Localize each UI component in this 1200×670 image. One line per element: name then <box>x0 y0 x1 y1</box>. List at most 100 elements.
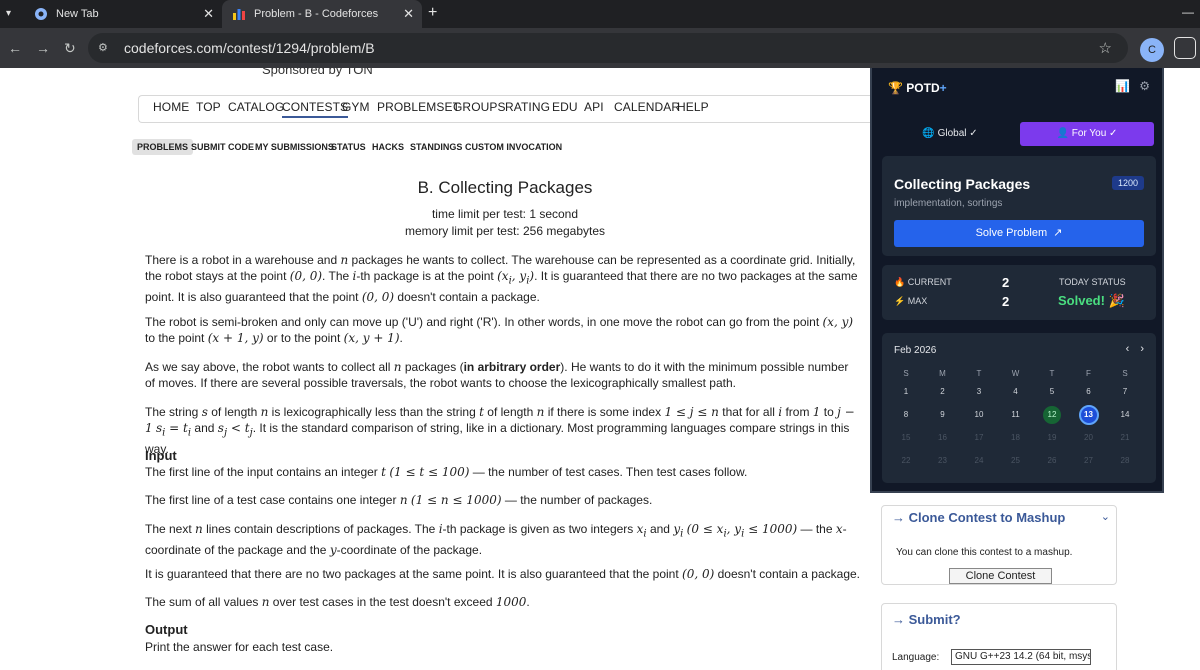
calendar-day[interactable]: 25 <box>998 456 1034 465</box>
input-section-title: Input <box>145 448 177 463</box>
statement-paragraph: The robot is semi-broken and only can mo… <box>145 315 854 345</box>
menu-problemset[interactable]: PROBLEMSET <box>377 100 460 114</box>
menu-gym[interactable]: GYM <box>342 100 370 114</box>
calendar-day[interactable]: 28 <box>1107 456 1143 465</box>
calendar-solved-day[interactable]: 12 <box>1043 406 1061 424</box>
extensions-icon[interactable] <box>1174 37 1196 59</box>
chevron-down-icon[interactable]: ⌄ <box>1101 510 1110 523</box>
problem-title: B. Collecting Packages <box>417 178 593 197</box>
site-info-icon[interactable]: ⚙ <box>98 41 108 54</box>
calendar-day[interactable]: 23 <box>925 456 961 465</box>
potd-problem-title[interactable]: Collecting Packages <box>894 176 1030 192</box>
lightning-icon: ⚡ <box>894 296 906 306</box>
chevron-left-icon[interactable]: ‹ <box>1126 343 1130 355</box>
calendar-day[interactable]: 26 <box>1034 456 1070 465</box>
submenu-submit-code[interactable]: SUBMIT CODE <box>191 142 254 152</box>
menu-groups[interactable]: GROUPS <box>453 100 506 114</box>
submenu-my-submissions[interactable]: MY SUBMISSIONS <box>255 142 334 152</box>
submenu-standings[interactable]: STANDINGS <box>410 142 462 152</box>
calendar-card: Feb 2026 ‹ › S M T W T F S 1 2 3 4 5 6 7 8 9 10 11 12 13 14 1… <box>882 333 1156 483</box>
calendar-day[interactable]: 8 <box>888 410 924 419</box>
menu-catalog[interactable]: CATALOG <box>228 100 284 114</box>
submenu-problems[interactable]: PROBLEMS <box>132 139 194 155</box>
menu-contests[interactable]: CONTESTS <box>282 100 349 118</box>
menu-edu[interactable]: EDU <box>552 100 578 114</box>
for-you-toggle[interactable]: 👤 For You ✓ <box>1020 122 1154 146</box>
gear-icon[interactable]: ⚙ <box>1139 79 1150 93</box>
calendar-day[interactable]: 3 <box>961 387 997 396</box>
menu-api[interactable]: API <box>584 100 604 114</box>
tab-codeforces[interactable]: Problem - B - Codeforces ✕ <box>222 0 422 28</box>
tab-search-icon[interactable]: ▾ <box>6 8 11 19</box>
calendar-day[interactable]: 17 <box>961 433 997 442</box>
statement-paragraph: The string s of length n is lexicographi… <box>145 405 855 457</box>
potd-toolbar: 📊 ⚙ <box>1115 79 1150 93</box>
calendar-day[interactable]: 7 <box>1107 387 1143 396</box>
close-tab-icon[interactable]: ✕ <box>403 6 414 22</box>
calendar-day[interactable]: 2 <box>925 387 961 396</box>
statement-paragraph: There is a robot in a warehouse and n pa… <box>145 253 858 305</box>
calendar-day[interactable]: 6 <box>1071 387 1107 396</box>
clone-contest-button[interactable]: Clone Contest <box>949 568 1052 584</box>
for-you-toggle-label: For You ✓ <box>1071 128 1118 139</box>
submenu-custom-invocation[interactable]: CUSTOM INVOCATION <box>465 142 562 152</box>
calendar-day[interactable]: 22 <box>888 456 924 465</box>
forward-icon[interactable]: → <box>36 40 50 56</box>
submenu-hacks[interactable]: HACKS <box>372 142 404 152</box>
flame-icon: 🔥 <box>894 277 906 287</box>
menu-calendar[interactable]: CALENDAR <box>614 100 680 114</box>
close-tab-icon[interactable]: ✕ <box>203 6 214 22</box>
tab-strip: ▾ New Tab ✕ Problem - B - Codeforces ✕ +… <box>0 0 1200 28</box>
calendar-weekday: W <box>1011 369 1020 378</box>
tab-title: New Tab <box>56 8 99 20</box>
global-toggle[interactable]: 🌐 Global ✓ <box>884 122 1016 146</box>
language-select[interactable]: GNU G++23 14.2 (64 bit, msys <box>951 649 1091 665</box>
calendar-day[interactable]: 27 <box>1071 456 1107 465</box>
submit-title[interactable]: → Submit? <box>892 612 961 627</box>
calendar-day[interactable]: 16 <box>925 433 961 442</box>
calendar-day[interactable]: 18 <box>998 433 1034 442</box>
calendar-day[interactable]: 15 <box>888 433 924 442</box>
calendar-day[interactable]: 24 <box>961 456 997 465</box>
calendar-day[interactable]: 9 <box>925 410 961 419</box>
calendar-month: Feb 2026 <box>894 345 937 356</box>
page-content: Sponsored by TON HOME TOP CATALOG CONTES… <box>0 68 1200 670</box>
solve-problem-button[interactable]: Solve Problem ↗ <box>894 220 1144 247</box>
back-icon[interactable]: ← <box>8 40 22 56</box>
calendar-day[interactable]: 10 <box>961 410 997 419</box>
bar-chart-icon[interactable]: 📊 <box>1115 79 1130 93</box>
calendar-day[interactable]: 4 <box>998 387 1034 396</box>
menu-rating[interactable]: RATING <box>505 100 550 114</box>
calendar-day[interactable]: 19 <box>1034 433 1070 442</box>
calendar-day[interactable]: 11 <box>998 410 1034 419</box>
main-menu: HOME TOP CATALOG CONTESTS GYM PROBLEMSET… <box>138 95 878 123</box>
submenu-status[interactable]: STATUS <box>331 142 366 152</box>
global-toggle-label: Global ✓ <box>937 128 978 139</box>
chevron-right-icon[interactable]: › <box>1140 343 1144 355</box>
language-value: GNU G++23 14.2 (64 bit, msys <box>955 651 1091 662</box>
calendar-weekday: T <box>976 369 982 378</box>
reload-icon[interactable]: ↻ <box>64 40 76 57</box>
calendar-day[interactable]: 5 <box>1034 387 1070 396</box>
tab-new-tab[interactable]: New Tab ✕ <box>24 0 222 28</box>
new-tab-icon[interactable]: + <box>428 4 437 22</box>
today-status-label: TODAY STATUS <box>1059 277 1126 287</box>
menu-help[interactable]: HELP <box>677 100 709 114</box>
user-icon: 👤 <box>1056 128 1070 139</box>
calendar-today[interactable]: 13 <box>1078 405 1099 425</box>
calendar-day[interactable]: 20 <box>1071 433 1107 442</box>
today-status-value: Solved! 🎉 <box>1058 293 1125 308</box>
calendar-day[interactable]: 21 <box>1107 433 1143 442</box>
max-streak-value: 2 <box>1002 294 1010 309</box>
url-input[interactable]: ⚙ codeforces.com/contest/1294/problem/B … <box>88 33 1128 63</box>
menu-home[interactable]: HOME <box>153 100 189 114</box>
potd-problem-card: Collecting Packages 1200 implementation,… <box>882 156 1156 256</box>
rating-badge: 1200 <box>1111 176 1144 190</box>
calendar-day[interactable]: 1 <box>888 387 924 396</box>
minimize-icon[interactable]: — <box>1182 5 1194 19</box>
menu-top[interactable]: TOP <box>196 100 221 114</box>
calendar-day[interactable]: 14 <box>1107 410 1143 419</box>
clone-contest-title[interactable]: → Clone Contest to Mashup <box>892 510 1065 525</box>
profile-avatar[interactable]: C <box>1140 38 1164 62</box>
bookmark-star-icon[interactable]: ☆ <box>1099 39 1112 57</box>
